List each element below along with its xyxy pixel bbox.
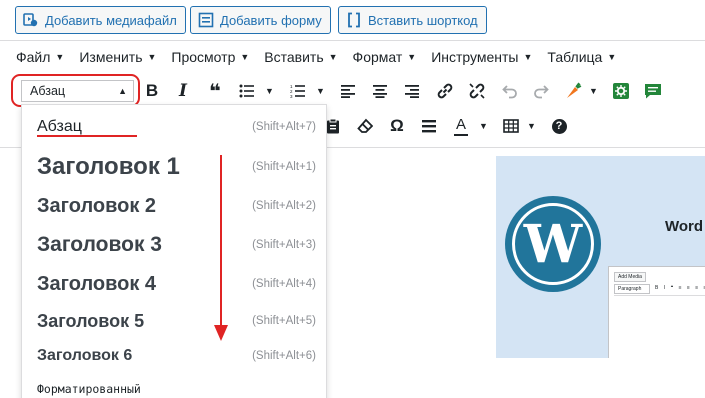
format-option-heading-1[interactable]: Заголовок 1 (Shift+Alt+1) [22, 149, 326, 185]
format-option-label: Заголовок 3 [37, 233, 162, 256]
chevron-down-icon[interactable]: ▼ [316, 86, 325, 96]
mini-divider [614, 295, 705, 296]
format-option-shortcut: (Shift+Alt+2) [252, 200, 316, 212]
menu-format-label: Формат [352, 48, 403, 65]
annotation-highlight-ring [11, 74, 140, 107]
blockquote-icon[interactable]: ❝ [202, 77, 228, 105]
mini-editor-screenshot: Add Media Paragraph B I ❝ ≡ ≡ ≡ ≡ [608, 266, 705, 358]
clear-formatting-icon[interactable] [352, 112, 378, 140]
mini-toolbar-icons: B I ❝ ≡ ≡ ≡ ≡ [655, 285, 705, 291]
menu-view[interactable]: Просмотр ▼ [171, 49, 249, 65]
shortcode-icon [345, 11, 363, 29]
numbered-list-icon[interactable]: 123 [285, 77, 311, 105]
chevron-down-icon: ▼ [147, 51, 157, 62]
menu-view-label: Просмотр [171, 48, 236, 65]
add-media-button[interactable]: Добавить медиафайл [15, 6, 186, 34]
redo-icon[interactable] [528, 77, 554, 105]
align-center-icon[interactable] [367, 77, 393, 105]
chevron-down-icon: ▼ [523, 51, 533, 62]
menu-tools[interactable]: Инструменты ▼ [431, 49, 532, 65]
special-character-icon[interactable]: Ω [384, 112, 410, 140]
mini-add-media-button: Add Media [614, 272, 646, 282]
media-buttons-row: Добавить медиафайл Добавить форму Встави… [0, 0, 705, 40]
menu-insert[interactable]: Вставить ▼ [264, 49, 337, 65]
menu-insert-label: Вставить [264, 48, 324, 65]
undo-icon[interactable] [497, 77, 523, 105]
svg-text:3: 3 [290, 94, 293, 98]
menu-edit-label: Изменить [79, 48, 143, 65]
format-option-heading-5[interactable]: Заголовок 5 (Shift+Alt+5) [22, 307, 326, 335]
add-media-label: Добавить медиафайл [45, 12, 177, 28]
menu-file[interactable]: Файл ▼ [16, 49, 64, 65]
editor-menubar: Файл ▼ Изменить ▼ Просмотр ▼ Вставить ▼ Форм… [0, 40, 705, 72]
menu-file-label: Файл [16, 48, 51, 65]
menu-tools-label: Инструменты [431, 48, 519, 65]
add-form-label: Добавить форму [220, 12, 322, 28]
settings-icon[interactable] [608, 77, 634, 105]
wordpress-logo-letter: W [512, 203, 594, 285]
annotation-arrow-head-icon [214, 325, 228, 341]
unlink-icon[interactable] [464, 77, 490, 105]
format-option-shortcut: (Shift+Alt+1) [252, 161, 316, 173]
menu-edit[interactable]: Изменить ▼ [79, 49, 156, 65]
add-form-button[interactable]: Добавить форму [190, 6, 331, 34]
insert-shortcode-label: Вставить шорткод [368, 12, 478, 28]
mini-format-select: Paragraph [614, 284, 650, 294]
insert-shortcode-button[interactable]: Вставить шорткод [338, 6, 487, 34]
chevron-down-icon[interactable]: ▼ [589, 86, 598, 96]
form-icon [197, 11, 215, 29]
chevron-down-icon: ▼ [240, 51, 250, 62]
format-option-preformatted[interactable]: Форматированный [22, 379, 326, 398]
annotation-arrow-line [220, 155, 222, 330]
format-option-heading-6[interactable]: Заголовок 6 (Shift+Alt+6) [22, 343, 326, 369]
text-color-icon[interactable]: A [448, 112, 474, 140]
menu-table[interactable]: Таблица ▼ [547, 49, 616, 65]
format-option-shortcut: (Shift+Alt+6) [252, 350, 316, 362]
horizontal-line-icon[interactable] [416, 112, 442, 140]
help-glyph: ? [551, 118, 567, 134]
preview-image: W Word Add Media Paragraph B I ❝ ≡ ≡ ≡ ≡ [496, 156, 705, 358]
format-option-label: Заголовок 2 [37, 194, 157, 217]
preview-title: Word [665, 218, 704, 235]
italic-icon[interactable]: I [170, 77, 196, 105]
menu-format[interactable]: Формат ▼ [353, 49, 417, 65]
table-icon[interactable] [498, 112, 524, 140]
format-option-label: Заголовок 5 [37, 310, 145, 331]
text-color-swatch [454, 133, 468, 136]
format-option-shortcut: (Shift+Alt+7) [252, 121, 316, 133]
annotation-underline [37, 135, 137, 137]
wordpress-logo-icon: W [505, 196, 601, 292]
format-option-label: Форматированный [37, 382, 141, 396]
chevron-down-icon[interactable]: ▼ [265, 86, 274, 96]
link-icon[interactable] [432, 77, 458, 105]
bold-icon[interactable]: B [139, 77, 165, 105]
chevron-down-icon[interactable]: ▼ [479, 121, 488, 131]
format-option-label: Заголовок 4 [37, 272, 157, 295]
align-left-icon[interactable] [335, 77, 361, 105]
help-icon[interactable]: ? [546, 112, 572, 140]
format-option-shortcut: (Shift+Alt+4) [252, 278, 316, 290]
format-option-label: Заголовок 6 [37, 347, 133, 364]
align-right-icon[interactable] [399, 77, 425, 105]
format-option-label: Абзац [37, 118, 82, 135]
comment-icon[interactable] [640, 77, 666, 105]
text-color-glyph: A [455, 115, 466, 133]
format-option-shortcut: (Shift+Alt+3) [252, 239, 316, 251]
bullet-list-icon[interactable] [234, 77, 260, 105]
add-media-icon [22, 11, 40, 29]
chevron-down-icon[interactable]: ▼ [527, 121, 536, 131]
chevron-down-icon: ▼ [328, 51, 338, 62]
format-option-heading-3[interactable]: Заголовок 3 (Shift+Alt+3) [22, 229, 326, 261]
format-option-label: Заголовок 1 [37, 153, 180, 180]
menu-table-label: Таблица [547, 48, 603, 65]
format-dropdown-menu: Абзац (Shift+Alt+7) Заголовок 1 (Shift+A… [21, 104, 327, 398]
carrot-icon[interactable] [560, 77, 586, 105]
chevron-down-icon: ▼ [55, 51, 65, 62]
format-option-shortcut: (Shift+Alt+5) [252, 315, 316, 327]
chevron-down-icon: ▼ [607, 51, 617, 62]
chevron-down-icon: ▼ [407, 51, 417, 62]
format-option-heading-2[interactable]: Заголовок 2 (Shift+Alt+2) [22, 191, 326, 221]
format-option-heading-4[interactable]: Заголовок 4 (Shift+Alt+4) [22, 269, 326, 299]
